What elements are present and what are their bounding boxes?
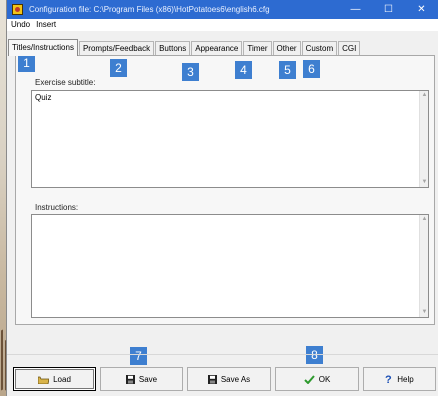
subtitle-scrollbar[interactable]: ▲ ▼ <box>419 91 428 187</box>
maximize-button[interactable]: ☐ <box>372 0 405 19</box>
load-icon <box>38 375 50 384</box>
button-row-separator <box>7 354 438 355</box>
save-as-label: Save As <box>220 374 251 384</box>
save-as-icon <box>207 374 217 384</box>
load-label: Load <box>53 374 71 384</box>
subtitle-textarea[interactable]: Quiz ▲ ▼ <box>31 90 429 188</box>
tab-custom[interactable]: Custom <box>301 41 338 56</box>
menu-insert[interactable]: Insert <box>33 19 59 31</box>
tab-other[interactable]: Other <box>272 41 301 56</box>
badge-3: 3 <box>182 63 199 81</box>
title-bar[interactable]: Configuration file: C:\Program Files (x8… <box>7 0 438 19</box>
scroll-down-icon[interactable]: ▼ <box>420 308 429 317</box>
close-button[interactable]: ✕ <box>405 0 438 19</box>
tab-appearance[interactable]: Appearance <box>191 41 243 56</box>
tab-prompts-feedback[interactable]: Prompts/Feedback <box>78 41 155 56</box>
save-label: Save <box>138 374 158 384</box>
subtitle-label: Exercise subtitle: <box>35 78 96 87</box>
scroll-up-icon[interactable]: ▲ <box>420 91 429 100</box>
app-icon <box>12 4 23 15</box>
window-title: Configuration file: C:\Program Files (x8… <box>29 5 270 14</box>
instructions-scrollbar[interactable]: ▲ ▼ <box>419 215 428 317</box>
minimize-button[interactable]: — <box>339 0 372 19</box>
menu-bar: Undo Insert <box>7 19 438 31</box>
tab-timer[interactable]: Timer <box>243 41 272 56</box>
badge-6: 6 <box>303 60 320 78</box>
help-button[interactable]: ? Help <box>363 367 436 391</box>
badge-2: 2 <box>110 59 127 77</box>
instructions-label: Instructions: <box>35 203 79 212</box>
save-icon <box>125 374 135 384</box>
tab-cgi[interactable]: CGI <box>338 41 361 56</box>
save-as-button[interactable]: Save As <box>187 367 271 391</box>
load-button[interactable]: Load <box>13 367 96 391</box>
tab-strip: Titles/Instructions Prompts/Feedback But… <box>8 39 361 56</box>
badge-8: 8 <box>306 346 323 364</box>
help-label: Help <box>397 374 414 384</box>
badge-4: 4 <box>235 61 252 79</box>
svg-text:?: ? <box>385 374 392 384</box>
instructions-textarea[interactable]: ▲ ▼ <box>31 214 429 318</box>
save-button[interactable]: Save <box>100 367 183 391</box>
scroll-down-icon[interactable]: ▼ <box>420 178 429 187</box>
help-icon: ? <box>385 374 393 384</box>
tab-titles-instructions[interactable]: Titles/Instructions <box>8 39 78 56</box>
tab-panel: Exercise subtitle: Quiz ▲ ▼ Instructions… <box>15 55 435 325</box>
tab-buttons[interactable]: Buttons <box>155 41 191 56</box>
menu-undo[interactable]: Undo <box>8 19 33 31</box>
config-window: Configuration file: C:\Program Files (x8… <box>6 0 438 396</box>
subtitle-value: Quiz <box>35 93 52 102</box>
scroll-up-icon[interactable]: ▲ <box>420 215 429 224</box>
badge-1: 1 <box>18 54 35 72</box>
badge-7: 7 <box>130 347 147 365</box>
ok-button[interactable]: OK <box>275 367 359 391</box>
badge-5: 5 <box>279 61 296 79</box>
ok-label: OK <box>318 374 331 384</box>
checkmark-icon <box>304 374 315 384</box>
